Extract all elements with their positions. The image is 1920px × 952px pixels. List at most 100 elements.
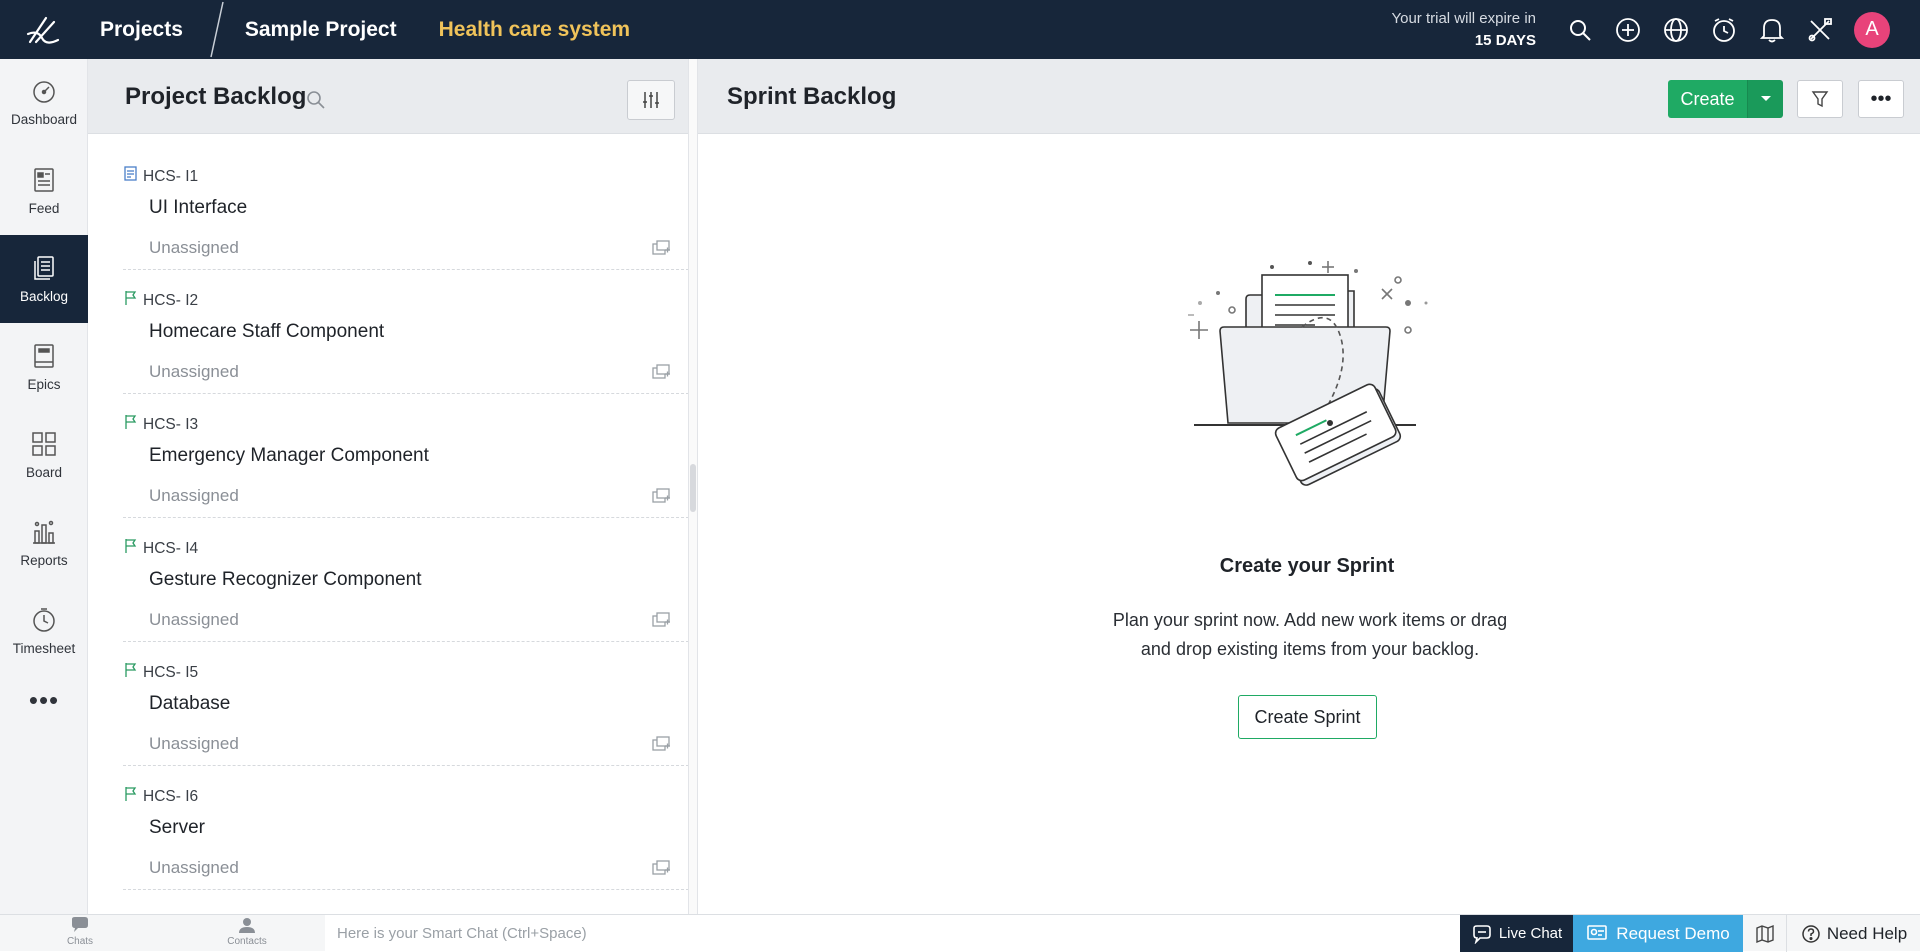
top-icon-group: A <box>1556 0 1890 59</box>
item-assignee[interactable]: Unassigned <box>149 610 239 630</box>
backlog-item[interactable]: HCS- I3 Emergency Manager Component Unas… <box>123 394 689 518</box>
create-button[interactable]: Create <box>1668 80 1747 118</box>
sprint-backlog-title: Sprint Backlog <box>727 83 897 110</box>
item-assignee[interactable]: Unassigned <box>149 734 239 754</box>
caret-down-icon <box>1760 96 1771 101</box>
bottom-bar: Chats Contacts Live Chat Request Demo Ne… <box>0 914 1920 952</box>
project-name-link[interactable]: Sample Project <box>245 18 397 42</box>
item-assignee[interactable]: Unassigned <box>149 238 239 258</box>
contacts-label: Contacts <box>227 936 267 947</box>
item-id[interactable]: HCS- I4 <box>143 540 198 558</box>
flag-icon <box>125 415 137 429</box>
item-name[interactable]: Server <box>149 817 205 839</box>
item-assignee[interactable]: Unassigned <box>149 362 239 382</box>
nav-item-feed[interactable]: Feed <box>0 147 88 235</box>
globe-icon[interactable] <box>1652 0 1700 59</box>
project-backlog-header: Project Backlog <box>88 59 688 134</box>
nav-label: Epics <box>27 376 61 392</box>
add-icon[interactable] <box>1604 0 1652 59</box>
panel-splitter[interactable] <box>688 59 698 914</box>
demo-icon <box>1587 924 1608 940</box>
item-id[interactable]: HCS- I2 <box>143 292 198 310</box>
board-icon <box>32 431 56 456</box>
assign-user-icon[interactable] <box>651 238 671 256</box>
create-sprint-button[interactable]: Create Sprint <box>1238 695 1377 739</box>
tools-icon[interactable] <box>1796 0 1844 59</box>
epics-icon <box>34 343 54 368</box>
backlog-item[interactable]: HCS- I1 UI Interface Unassigned <box>123 146 689 270</box>
item-assignee[interactable]: Unassigned <box>149 486 239 506</box>
item-name[interactable]: Gesture Recognizer Component <box>149 569 421 591</box>
item-name[interactable]: Emergency Manager Component <box>149 445 429 467</box>
splitter-handle[interactable] <box>690 464 696 512</box>
item-name[interactable]: Homecare Staff Component <box>149 321 384 343</box>
top-bar: Projects Sample Project Health care syst… <box>0 0 1920 59</box>
reports-icon <box>33 520 55 544</box>
item-name[interactable]: UI Interface <box>149 197 247 219</box>
assign-user-icon[interactable] <box>651 734 671 752</box>
backlog-item[interactable]: HCS- I6 Server Unassigned <box>123 766 689 890</box>
sprint-backlog-header: Sprint Backlog Create ••• <box>698 59 1920 134</box>
projects-link[interactable]: Projects <box>100 18 183 42</box>
left-navigation: Dashboard Feed Backlog Epics Board Repor… <box>0 59 88 914</box>
create-split-button: Create <box>1668 80 1783 118</box>
backlog-item[interactable]: HCS- I4 Gesture Recognizer Component Una… <box>123 518 689 642</box>
dashboard-icon <box>33 80 55 103</box>
nav-more-button[interactable]: ••• <box>0 675 88 725</box>
item-id[interactable]: HCS- I5 <box>143 664 198 682</box>
help-icon <box>1802 924 1820 943</box>
nav-label: Timesheet <box>12 640 76 656</box>
trial-text: Your trial will expire in <box>1391 10 1536 27</box>
nav-item-board[interactable]: Board <box>0 411 88 499</box>
nav-item-dashboard[interactable]: Dashboard <box>0 59 88 147</box>
user-avatar[interactable]: A <box>1854 11 1890 48</box>
item-id[interactable]: HCS- I1 <box>143 168 198 186</box>
sprint-backlog-body <box>698 134 1920 914</box>
bell-icon[interactable] <box>1748 0 1796 59</box>
project-backlog-title: Project Backlog <box>125 83 307 110</box>
empty-state-title: Create your Sprint <box>1219 555 1395 577</box>
more-options-button[interactable]: ••• <box>1858 80 1904 118</box>
chats-label: Chats <box>66 936 94 947</box>
smart-chat-input[interactable] <box>325 915 1460 952</box>
flag-icon <box>125 539 137 553</box>
feed-icon <box>34 167 54 192</box>
item-assignee[interactable]: Unassigned <box>149 858 239 878</box>
flag-icon <box>125 291 137 305</box>
contacts-button[interactable]: Contacts <box>222 917 272 947</box>
nav-item-backlog[interactable]: Backlog <box>0 235 88 323</box>
app-logo-icon[interactable] <box>0 0 88 59</box>
create-dropdown-button[interactable] <box>1747 80 1783 118</box>
chats-button[interactable]: Chats <box>60 917 100 947</box>
nav-item-timesheet[interactable]: Timesheet <box>0 587 88 675</box>
assign-user-icon[interactable] <box>651 362 671 380</box>
item-id[interactable]: HCS- I6 <box>143 788 198 806</box>
nav-label: Board <box>25 464 63 480</box>
nav-item-reports[interactable]: Reports <box>0 499 88 587</box>
backlog-settings-button[interactable] <box>627 80 675 120</box>
timer-icon[interactable] <box>1700 0 1748 59</box>
request-demo-button[interactable]: Request Demo <box>1573 915 1743 952</box>
live-chat-button[interactable]: Live Chat <box>1460 915 1573 952</box>
nav-label: Reports <box>20 552 68 568</box>
subproject-name-link[interactable]: Health care system <box>439 18 630 42</box>
need-help-button[interactable]: Need Help <box>1788 915 1920 952</box>
request-demo-label: Request Demo <box>1616 923 1730 943</box>
backlog-item[interactable]: HCS- I5 Database Unassigned <box>123 642 689 766</box>
assign-user-icon[interactable] <box>651 610 671 628</box>
nav-label: Dashboard <box>10 111 78 127</box>
nav-item-epics[interactable]: Epics <box>0 323 88 411</box>
item-id[interactable]: HCS- I3 <box>143 416 198 434</box>
assign-user-icon[interactable] <box>651 486 671 504</box>
empty-sprint-illustration <box>1188 261 1428 486</box>
timesheet-icon <box>33 607 55 632</box>
map-icon[interactable] <box>1743 915 1787 952</box>
backlog-item[interactable]: HCS- I2 Homecare Staff Component Unassig… <box>123 270 689 394</box>
assign-user-icon[interactable] <box>651 858 671 876</box>
search-icon[interactable] <box>306 90 326 115</box>
search-icon[interactable] <box>1556 0 1604 59</box>
item-name[interactable]: Database <box>149 693 230 715</box>
filter-button[interactable] <box>1797 80 1843 118</box>
empty-desc-line: and drop existing items from your backlo… <box>1140 639 1480 659</box>
empty-state-description: Plan your sprint now. Add new work items… <box>1090 606 1530 664</box>
